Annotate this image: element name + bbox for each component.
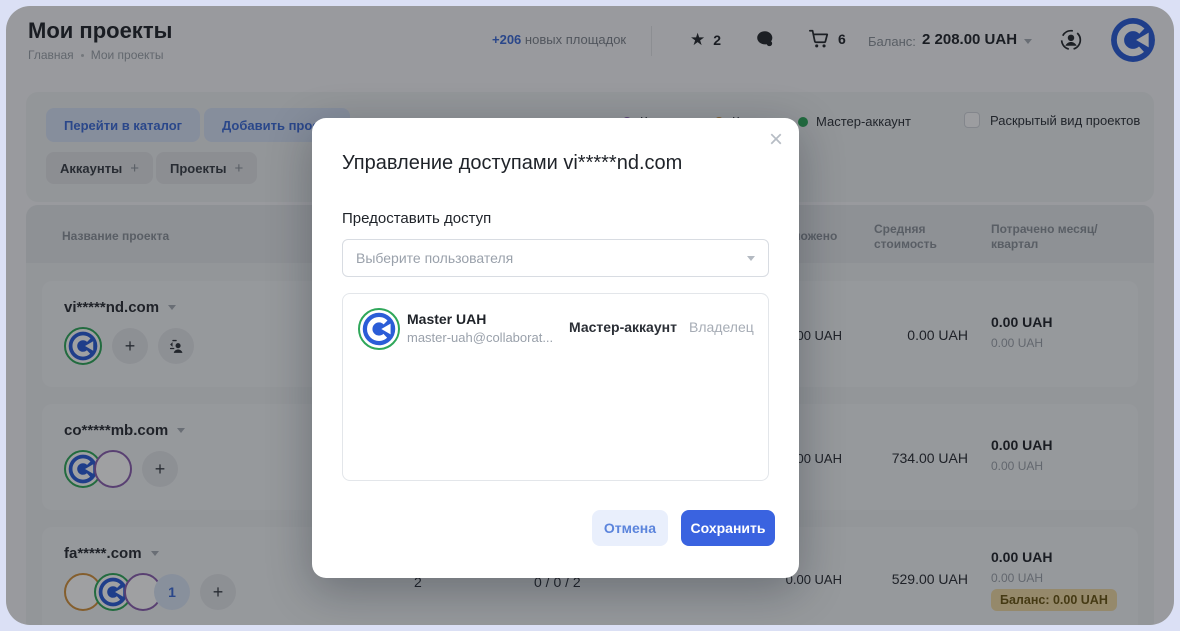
user-select-placeholder: Выберите пользователя [356,250,514,266]
user-email: master-uah@collaborat... [407,330,554,345]
save-button[interactable]: Сохранить [681,510,775,546]
grant-access-label: Предоставить доступ [342,210,492,227]
user-role: Мастер-аккаунт [569,319,677,335]
chevron-down-icon [747,255,755,261]
user-avatar [358,308,400,350]
user-select[interactable]: Выберите пользователя [342,239,769,277]
modal-title: Управление доступами vi*****nd.com [342,152,683,174]
close-icon[interactable]: × [769,128,783,152]
access-list-panel: Master UAH master-uah@collaborat... Маст… [342,293,769,481]
user-name: Master UAH [407,311,487,327]
access-management-modal: × Управление доступами vi*****nd.com Пре… [312,118,799,578]
user-status: Владелец [689,319,754,335]
app-window: Мои проекты Главная Мои проекты +206 нов… [6,6,1174,625]
cancel-button[interactable]: Отмена [592,510,668,546]
